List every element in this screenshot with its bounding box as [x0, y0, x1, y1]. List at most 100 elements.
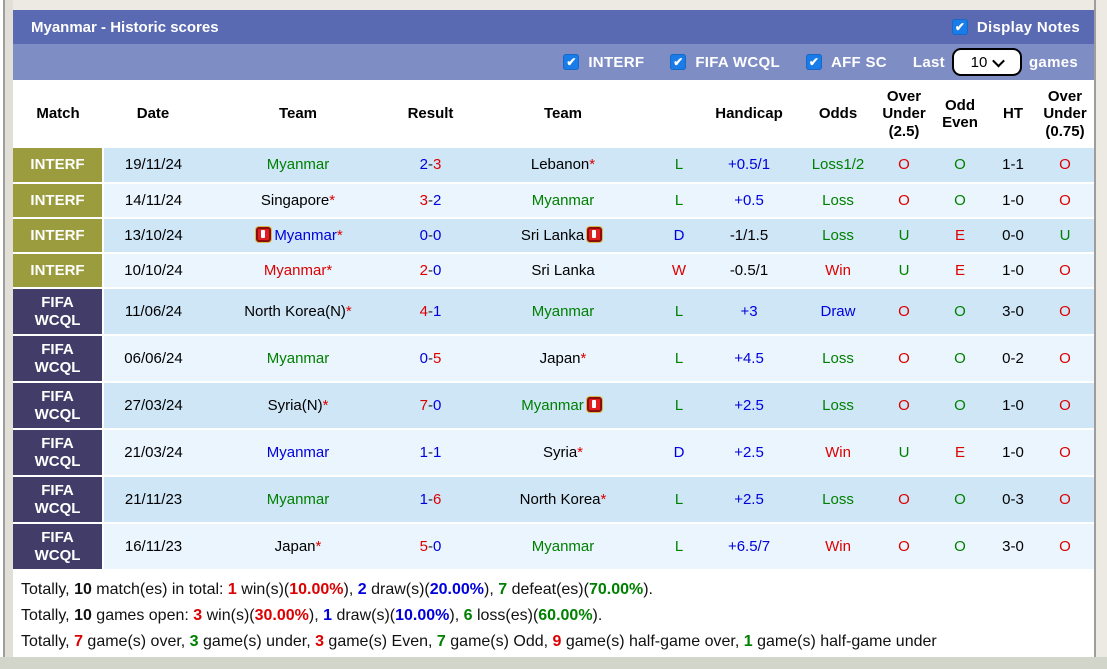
team-name: Myanmar — [531, 537, 595, 555]
wdl-result: L — [658, 183, 700, 219]
odds-result: Win — [798, 523, 878, 571]
column-header-result: Result — [393, 80, 468, 148]
summary-line: Totally, 10 games open: 3 win(s)(30.00%)… — [21, 603, 1094, 629]
score-right: 0 — [433, 537, 442, 555]
odds-result: Loss1/2 — [798, 148, 878, 184]
window-left-frame — [0, 0, 13, 669]
team-name: Syria — [542, 443, 578, 461]
over-under-075: O — [1036, 429, 1094, 477]
half-time-score: 1-0 — [990, 253, 1036, 289]
league-badge: FIFA WCQL — [13, 382, 104, 430]
home-asterisk: * — [580, 349, 587, 367]
team-name: Myanmar — [266, 490, 330, 508]
historic-scores-panel: Myanmar - Historic scores ✔ Display Note… — [13, 10, 1094, 663]
team-name: Sri Lanka — [531, 261, 595, 279]
home-asterisk: * — [315, 537, 322, 555]
over-under-25: O — [878, 183, 930, 219]
summary-text: ). — [592, 607, 603, 624]
match-row: FIFA WCQL 16/11/23 Japan* 5-0 Myanmar L +6.5/7… — [13, 523, 1094, 571]
summary-text: win(s)( — [236, 581, 290, 598]
score: 2-3 — [393, 148, 468, 184]
away-team: Sri Lanka — [468, 253, 658, 289]
summary-text: draw(s)( — [332, 607, 396, 624]
over-under-075: O — [1036, 148, 1094, 184]
home-asterisk: * — [326, 261, 333, 279]
league-badge: FIFA WCQL — [13, 288, 104, 336]
summary-stat: 1 — [743, 633, 753, 650]
match-row: FIFA WCQL 11/06/24 North Korea(N)* 4-1 Myanm… — [13, 288, 1094, 336]
league-badge: FIFA WCQL — [13, 476, 104, 524]
summary-line: Totally, 10 match(es) in total: 1 win(s)… — [21, 577, 1094, 603]
league-badge: FIFA WCQL — [13, 335, 104, 383]
over-under-075: O — [1036, 523, 1094, 571]
summary-text: game(s) over, — [82, 633, 190, 650]
display-notes-label: Display Notes — [976, 18, 1080, 36]
column-header-date: Date — [103, 80, 203, 148]
team-name: Myanmar — [521, 396, 584, 414]
over-under-075: O — [1036, 288, 1094, 336]
odd-even: E — [930, 253, 990, 289]
red-card-icon — [586, 396, 602, 412]
over-under-075: U — [1036, 218, 1094, 254]
odd-even: O — [930, 382, 990, 430]
summary-stat: 7 — [74, 633, 83, 650]
home-team: Myanmar — [203, 148, 393, 184]
score: 5-0 — [393, 523, 468, 571]
handicap-value: +0.5 — [700, 183, 798, 219]
filter-aff-sc: ✔ AFF SC — [805, 54, 887, 71]
wdl-result: L — [658, 148, 700, 184]
match-date: 10/10/24 — [103, 253, 203, 289]
match-date: 13/10/24 — [103, 218, 203, 254]
home-asterisk: * — [345, 302, 352, 320]
wdl-result: D — [658, 218, 700, 254]
score: 0-0 — [393, 218, 468, 254]
summary-text: ), — [484, 581, 499, 598]
column-header-wdl — [658, 80, 700, 148]
score-left: 1 — [419, 490, 428, 508]
score-left: 0 — [419, 349, 428, 367]
home-team: Myanmar — [203, 335, 393, 383]
odds-result: Loss — [798, 476, 878, 524]
match-date: 06/06/24 — [103, 335, 203, 383]
table-header-row: Match Date Team Result Team Handicap Odds Over … — [13, 80, 1094, 148]
away-team: Myanmar — [468, 382, 658, 430]
score: 1-6 — [393, 476, 468, 524]
display-notes-checkbox[interactable]: ✔ — [951, 19, 968, 35]
summary-stat: 20.00% — [429, 581, 485, 598]
over-under-25: U — [878, 218, 930, 254]
match-date: 19/11/24 — [103, 148, 203, 184]
historic-scores-table: Match Date Team Result Team Handicap Odds Over … — [13, 80, 1094, 571]
score: 2-0 — [393, 253, 468, 289]
wdl-result: D — [658, 429, 700, 477]
half-time-score: 1-1 — [990, 148, 1036, 184]
match-row: INTERF 14/11/24 Singapore* 3-2 Myanmar L +0.5 L… — [13, 183, 1094, 219]
score-left: 5 — [419, 537, 428, 555]
away-team: North Korea* — [468, 476, 658, 524]
odds-result: Loss — [798, 382, 878, 430]
score-left: 0 — [419, 226, 428, 244]
half-time-score: 0-2 — [990, 335, 1036, 383]
wdl-result: W — [658, 253, 700, 289]
score-right: 0 — [433, 261, 442, 279]
summary-stat: 70.00% — [588, 581, 644, 598]
filter-fifa-wcql: ✔ FIFA WCQL — [670, 54, 780, 71]
summary-stat: 3 — [193, 607, 203, 624]
over-under-25: O — [878, 288, 930, 336]
aff-sc-checkbox[interactable]: ✔ — [805, 54, 822, 70]
match-row: FIFA WCQL 27/03/24 Syria(N)* 7-0 Myanmar L +2.… — [13, 382, 1094, 430]
filter-interf: ✔ INTERF — [563, 54, 644, 71]
interf-checkbox[interactable]: ✔ — [563, 54, 580, 70]
summary-text: ), — [308, 607, 324, 624]
over-under-075: O — [1036, 253, 1094, 289]
odd-even: O — [930, 288, 990, 336]
over-under-075: O — [1036, 335, 1094, 383]
last-games-select[interactable]: 10 — [951, 48, 1022, 76]
home-asterisk: * — [322, 396, 329, 414]
fifa-wcql-checkbox[interactable]: ✔ — [670, 54, 687, 70]
home-team: Singapore* — [203, 183, 393, 219]
match-row: INTERF 10/10/24 Myanmar* 2-0 Sri Lanka W -0.5/… — [13, 253, 1094, 289]
team-name: Myanmar — [274, 226, 337, 244]
over-under-25: O — [878, 148, 930, 184]
odd-even: E — [930, 218, 990, 254]
score-left: 2 — [419, 261, 428, 279]
